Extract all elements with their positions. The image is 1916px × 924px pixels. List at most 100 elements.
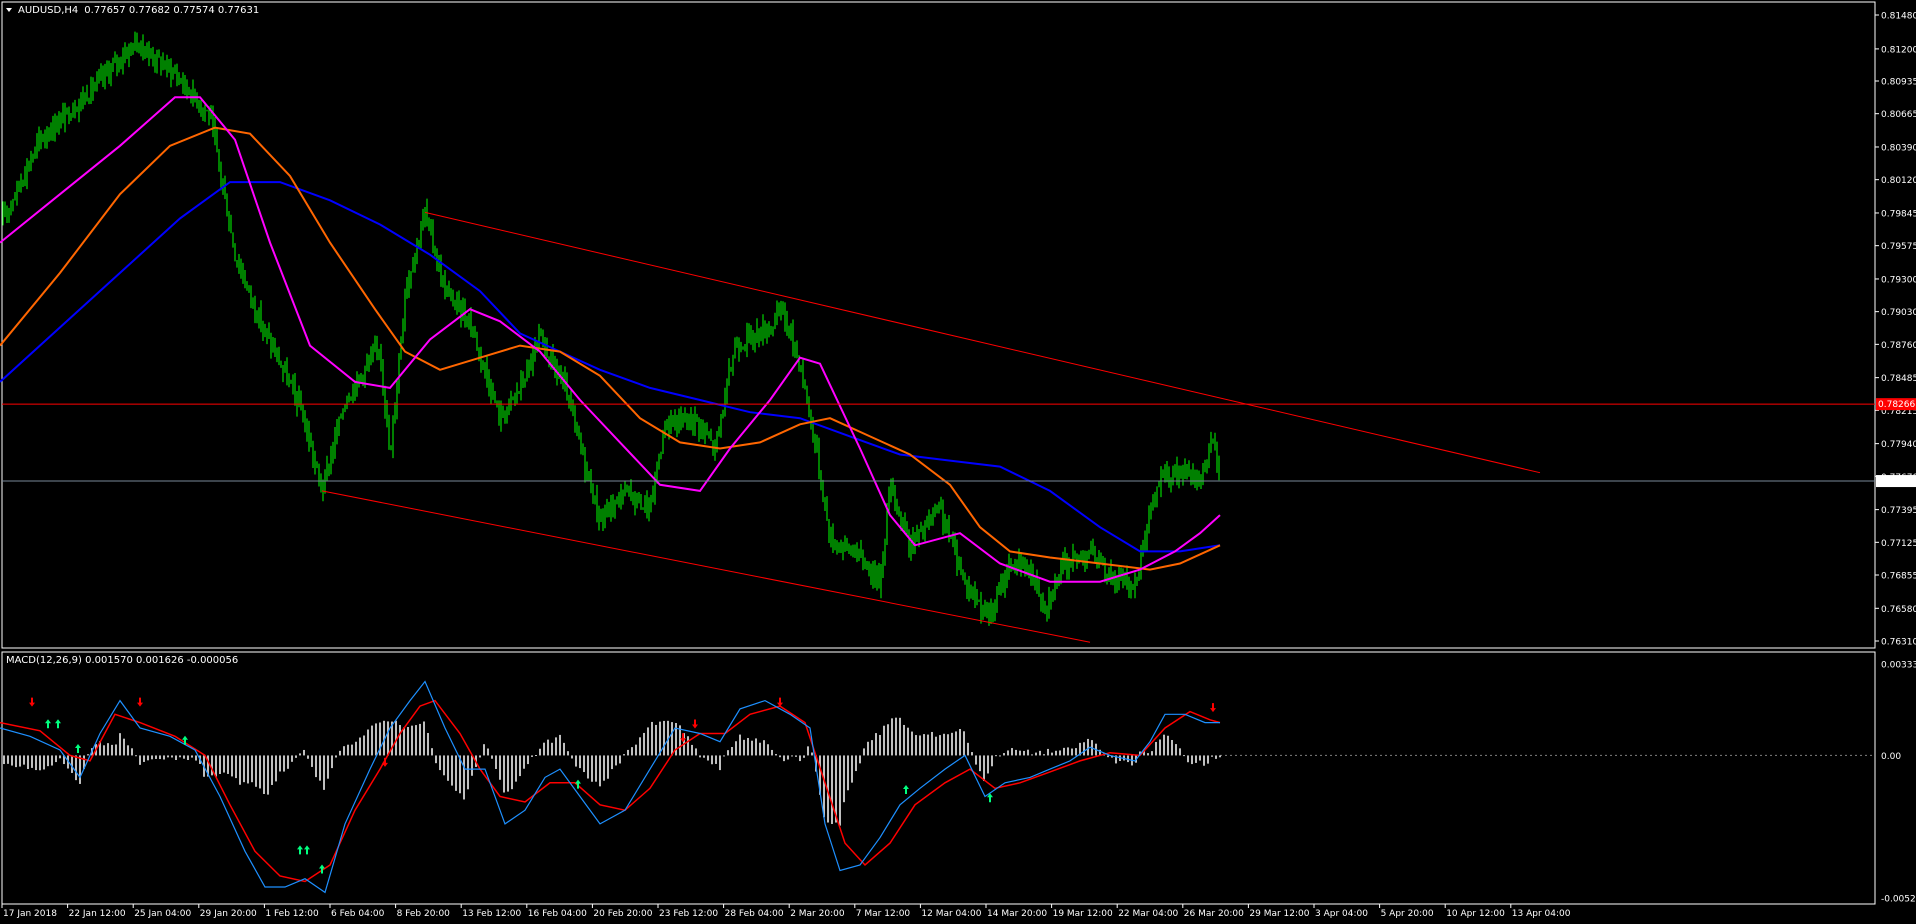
macd-bar — [231, 755, 233, 777]
time-tick-label: 26 Mar 20:00 — [1184, 909, 1244, 919]
macd-bar — [1055, 750, 1057, 756]
macd-bar — [831, 755, 833, 824]
macd-bar — [223, 755, 225, 773]
macd-bar — [371, 725, 373, 756]
macd-bar — [927, 734, 929, 756]
macd-bar — [487, 748, 489, 756]
macd-bar — [763, 740, 765, 756]
macd-bar — [1183, 755, 1185, 757]
macd-bar — [723, 755, 725, 757]
macd-bar — [79, 755, 81, 784]
macd-bar — [267, 755, 269, 795]
macd-bar — [543, 742, 545, 756]
macd-bar — [779, 755, 781, 758]
macd-bar — [435, 755, 437, 764]
macd-bar — [343, 746, 345, 756]
price-tick-label: 0.79575 — [1881, 242, 1916, 252]
macd-bar — [271, 755, 273, 785]
macd-bar — [947, 734, 949, 756]
time-tick-label: 6 Feb 04:00 — [331, 909, 385, 919]
macd-bar — [227, 755, 229, 774]
macd-bar — [687, 736, 689, 756]
macd-bar — [847, 755, 849, 791]
macd-bar — [875, 733, 877, 756]
time-tick-label: 1 Feb 12:00 — [265, 909, 319, 919]
macd-bar — [1007, 750, 1009, 756]
macd-bar — [919, 735, 921, 756]
macd-bar — [1219, 755, 1221, 758]
macd-bar — [1083, 742, 1085, 756]
macd-bar — [323, 755, 325, 790]
macd-bar — [431, 748, 433, 756]
time-tick-label: 2 Mar 20:00 — [790, 909, 845, 919]
macd-bar — [219, 755, 221, 775]
macd-bar — [355, 741, 357, 756]
macd-bar — [887, 724, 889, 756]
trading-chart[interactable]: AUDUSD,H4 0.77657 0.77682 0.77574 0.77631… — [0, 0, 1916, 924]
macd-bar — [23, 755, 25, 765]
price-tick-label: 0.80935 — [1881, 77, 1916, 87]
macd-bar — [731, 747, 733, 756]
macd-bar — [1071, 748, 1073, 756]
macd-bar — [239, 755, 241, 785]
macd-bar — [315, 755, 317, 778]
macd-bar — [939, 735, 941, 756]
macd-bar — [623, 754, 625, 756]
macd-bar — [1191, 755, 1193, 765]
macd-bar — [507, 755, 509, 792]
macd-bar — [471, 755, 473, 776]
price-tick-label: 0.80120 — [1881, 176, 1916, 186]
macd-bar — [807, 746, 809, 756]
symbol-quote: 0.77657 0.77682 0.77574 0.77631 — [84, 5, 259, 16]
macd-bar — [1211, 755, 1213, 757]
macd-bar — [699, 755, 701, 758]
macd-bar — [47, 755, 49, 767]
macd-bar — [839, 755, 841, 826]
macd-bar — [7, 755, 9, 764]
macd-bar — [363, 735, 365, 756]
macd-bar — [1203, 755, 1205, 766]
macd-bar — [995, 755, 997, 757]
macd-bar — [539, 748, 541, 756]
macd-bar — [59, 755, 61, 759]
macd-bar — [351, 744, 353, 756]
macd-header: MACD(12,26,9) 0.001570 0.001626 -0.00005… — [6, 655, 238, 666]
price-tick-label: 0.76580 — [1881, 605, 1916, 615]
macd-bar — [319, 755, 321, 781]
macd-bar — [943, 733, 945, 756]
macd-bar — [631, 747, 633, 756]
macd-bar — [39, 755, 41, 771]
macd-bar — [1015, 749, 1017, 756]
macd-bar — [959, 728, 961, 756]
time-tick-label: 8 Feb 20:00 — [397, 909, 451, 919]
macd-bar — [311, 755, 313, 767]
macd-bar — [263, 755, 265, 794]
macd-bar — [419, 723, 421, 756]
price-tick-label: 0.80390 — [1881, 143, 1916, 153]
macd-bar — [287, 755, 289, 769]
macd-bar — [523, 755, 525, 769]
macd-bar — [1047, 748, 1049, 756]
macd-bar — [971, 752, 973, 756]
macd-bar — [439, 755, 441, 771]
macd-bar — [979, 755, 981, 772]
macd-bar — [1167, 735, 1169, 756]
macd-bar — [843, 755, 845, 803]
macd-bar — [1147, 753, 1149, 756]
macd-bar — [135, 755, 137, 757]
macd-bar — [607, 755, 609, 779]
macd-bar — [107, 743, 109, 756]
macd-bar — [579, 755, 581, 769]
macd-bar — [707, 755, 709, 761]
macd-bar — [327, 755, 329, 779]
level-price-tag: 0.78266 — [1876, 398, 1916, 411]
macd-bar — [375, 723, 377, 756]
macd-bar — [895, 717, 897, 756]
macd-bar — [615, 755, 617, 766]
macd-bar — [75, 755, 77, 781]
macd-bar — [103, 745, 105, 756]
macd-bar — [787, 755, 789, 760]
macd-bar — [907, 727, 909, 756]
current-price-tag: 0.77631 — [1876, 475, 1916, 488]
macd-bar — [1187, 755, 1189, 763]
